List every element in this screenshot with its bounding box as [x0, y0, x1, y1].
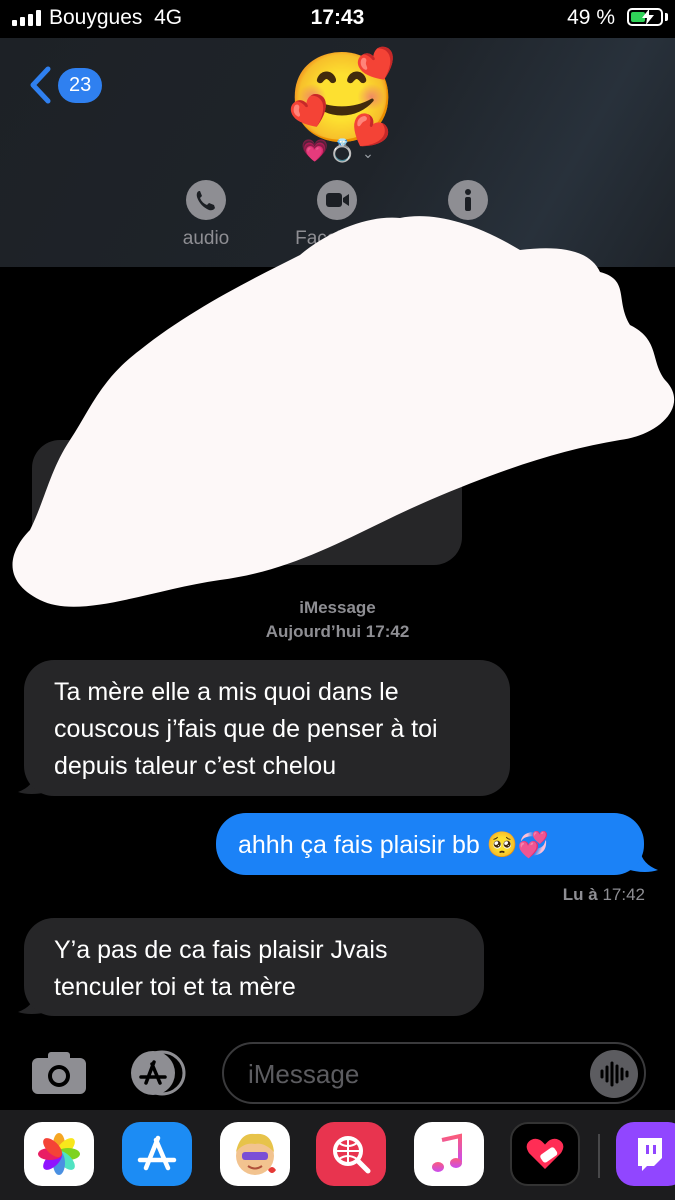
web-search-icon[interactable] — [316, 1122, 386, 1186]
camera-icon[interactable] — [30, 1050, 88, 1096]
digital-touch-icon[interactable] — [510, 1122, 580, 1186]
battery-cap — [665, 13, 668, 21]
redaction-scribble — [12, 216, 675, 607]
imessage-input[interactable]: iMessage — [222, 1042, 646, 1104]
service-label: iMessage — [299, 598, 376, 617]
message-incoming[interactable]: Ta mère elle a mis quoi dans le couscous… — [24, 660, 510, 796]
status-bar: Bouygues 4G 17:43 49 % — [0, 0, 675, 38]
contact-name[interactable]: 💗💍 ⌄ — [0, 138, 675, 164]
contact-avatar[interactable]: 🥰 — [287, 48, 397, 148]
message-outgoing[interactable]: ahhh ça fais plaisir bb 🥺💞 — [216, 813, 644, 875]
unread-count-badge: 23 — [58, 67, 103, 103]
audio-message-button[interactable] — [590, 1050, 638, 1098]
chevron-down-icon: ⌄ — [362, 145, 374, 161]
back-button[interactable]: 23 — [28, 66, 103, 104]
photos-app-icon[interactable] — [24, 1122, 94, 1186]
imessage-placeholder: iMessage — [248, 1059, 360, 1089]
message-incoming[interactable]: Y’a pas de ca fais plaisir Jvais tencule… — [24, 918, 484, 1016]
battery-percent: 49 % — [567, 6, 615, 29]
chevron-left-icon — [30, 66, 51, 104]
read-receipt: Lu à 17:42 — [562, 885, 645, 904]
composer-bar: iMessage — [0, 1030, 675, 1110]
memoji-icon[interactable] — [220, 1122, 290, 1186]
app-store-icon[interactable] — [122, 1122, 192, 1186]
waveform-icon — [600, 1061, 629, 1087]
app-store-drawer-icon[interactable] — [126, 1050, 186, 1096]
charging-bolt-icon — [642, 9, 654, 25]
imessage-app-strip — [0, 1110, 675, 1200]
music-icon[interactable] — [414, 1122, 484, 1186]
conversation-date: Aujourd’hui 17:42 — [265, 622, 410, 641]
strip-divider — [598, 1134, 600, 1178]
twitch-icon[interactable] — [616, 1122, 675, 1186]
